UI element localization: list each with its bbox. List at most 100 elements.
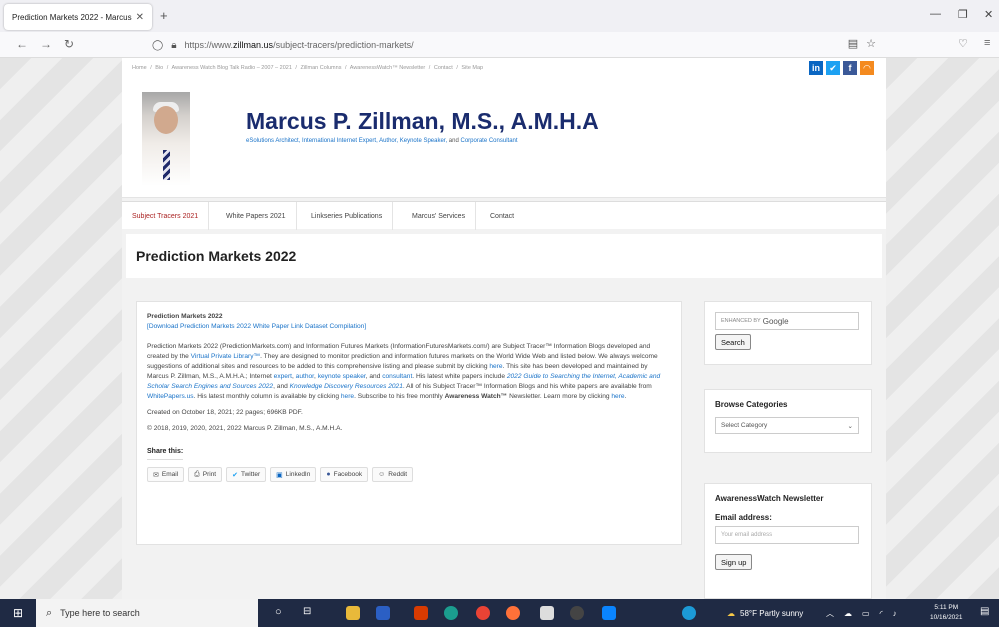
url-bar[interactable]: ◯ 🔒︎ https://www.zillman.us/subject-trac… [152,35,888,55]
post-description: Prediction Markets 2022 (PredictionMarke… [147,343,661,400]
facebook-icon: ● [326,471,331,478]
share-linkedin-button[interactable]: ▣ LinkedIn [270,467,317,482]
expert-link[interactable]: expert [274,373,292,380]
nav-contact[interactable]: Contact [480,202,524,230]
share-email-button[interactable]: ✉ Email [147,467,185,482]
cortana-icon[interactable]: ○ [275,606,289,620]
reddit-icon: ☺ [378,471,386,478]
browser-tab[interactable]: Prediction Markets 2022 - Marcus P ✕ [4,4,152,30]
site-title[interactable]: Marcus P. Zillman, M.S., A.M.H.A [246,108,599,135]
top-link-contact[interactable]: Contact [434,65,453,71]
taskbar-search[interactable]: ⌕ Type here to search [36,599,258,627]
office-icon[interactable] [414,606,428,620]
close-window-icon[interactable]: ✕ [984,8,993,21]
notification-icon[interactable]: ▤ [980,606,994,620]
clock[interactable]: 5:11 PM 10/16/2021 [930,603,963,623]
category-select[interactable]: Select Category ⌄ [715,417,859,434]
top-link-sitemap[interactable]: Site Map [461,65,483,71]
nav-white-papers[interactable]: White Papers 2021 [216,202,297,230]
nav-subject-tracers[interactable]: Subject Tracers 2021 [122,202,210,230]
menu-icon[interactable]: ≡ [984,37,990,49]
vpl-link[interactable]: Virtual Private Library™ [191,353,261,360]
top-link-radio[interactable]: Awareness Watch Blog Talk Radio – 2007 –… [172,65,292,71]
author-link[interactable]: author [296,373,314,380]
submit-here-link[interactable]: here [489,363,502,370]
kdr-link[interactable]: Knowledge Discovery Resources 2021 [290,383,403,390]
tab-title: Prediction Markets 2022 - Marcus P [12,12,132,22]
forward-icon[interactable]: → [40,37,52,51]
firefox-icon[interactable] [506,606,520,620]
word-icon[interactable] [376,606,390,620]
column-here-link[interactable]: here [341,393,354,400]
mail-icon[interactable] [602,606,616,620]
linkedin-icon[interactable]: in [809,61,823,75]
battery-icon[interactable]: ▭ [862,609,870,618]
restore-icon[interactable]: ❐ [958,8,968,21]
task-view-icon[interactable]: ⊟ [303,606,317,620]
close-icon[interactable]: ✕ [136,12,144,23]
site-header: Marcus P. Zillman, M.S., A.M.H.A eSoluti… [122,80,886,198]
share-print-button[interactable]: ⎙ Print [188,467,223,482]
twitter-icon[interactable]: ✔ [826,61,840,75]
top-link-newsletter[interactable]: AwarenessWatch™ Newsletter [350,65,426,71]
print-icon: ⎙ [194,470,200,478]
wifi-icon[interactable]: ◜ [880,609,883,618]
dell-icon[interactable] [570,606,584,620]
top-link-columns[interactable]: Zillman Columns [300,65,341,71]
pocket-icon[interactable]: ♡ [958,37,968,50]
weather-widget[interactable]: ☁ 58°F Partly sunny [727,599,803,627]
learn-more-link[interactable]: here [611,393,624,400]
chevron-up-icon[interactable]: ︿ [826,608,834,619]
keynote-link[interactable]: keynote speaker [318,373,366,380]
url-text: https://www.zillman.us/subject-tracers/p… [184,40,414,50]
share-facebook-button[interactable]: ● Facebook [320,467,369,482]
download-link[interactable]: [Download Prediction Markets 2022 White … [147,323,366,330]
store-icon[interactable] [540,606,554,620]
main-nav: Subject Tracers 2021 White Papers 2021 L… [122,201,886,230]
signup-button[interactable]: Sign up [715,554,753,570]
minimize-icon[interactable]: — [930,8,941,20]
page-title-box: Prediction Markets 2022 [126,234,882,278]
search-icon: ⌕ [46,606,53,619]
shield-icon[interactable]: ◯ [152,40,163,51]
share-reddit-button[interactable]: ☺ Reddit [372,467,414,482]
search-widget: ENHANCED BY Google Search [704,301,872,365]
newsletter-widget: AwarenessWatch Newsletter Email address:… [704,483,872,599]
post-content: Prediction Markets 2022 [Download Predic… [136,301,682,545]
email-field[interactable]: Your email address [715,526,859,544]
browser-tab-bar: Prediction Markets 2022 - Marcus P ✕ + —… [0,0,999,32]
post-title: Prediction Markets 2022 [147,313,223,320]
top-link-home[interactable]: Home [132,65,147,71]
rss-icon[interactable]: ◠ [860,61,874,75]
search-input[interactable]: ENHANCED BY Google [715,312,859,330]
share-twitter-button[interactable]: ✔ Twitter [226,467,267,482]
volume-icon[interactable]: ♪ [893,609,897,618]
whitepapers-link[interactable]: WhitePapers.us [147,393,194,400]
twitter-icon: ✔ [232,471,238,479]
lock-icon[interactable]: 🔒︎ [171,40,176,51]
site-container: Home / Bio / Awareness Watch Blog Talk R… [122,58,886,599]
chevron-down-icon: ⌄ [847,422,853,430]
file-explorer-icon[interactable] [346,606,360,620]
top-link-bio[interactable]: Bio [155,65,163,71]
top-links-bar: Home / Bio / Awareness Watch Blog Talk R… [122,58,886,80]
new-tab-icon[interactable]: + [160,8,168,23]
reload-icon[interactable]: ↻ [64,37,74,51]
facebook-icon[interactable]: f [843,61,857,75]
search-button[interactable]: Search [715,334,751,350]
linkedin-icon: ▣ [276,471,283,479]
nav-linkseries[interactable]: Linkseries Publications [301,202,394,230]
help-icon[interactable] [682,606,696,620]
social-icons: in ✔ f ◠ [809,61,874,75]
chrome-icon[interactable] [476,606,490,620]
weather-icon: ☁ [727,608,735,618]
consultant-link[interactable]: consultant [382,373,412,380]
cloud-icon[interactable]: ☁ [844,609,852,618]
windows-start-icon[interactable]: ⊞ [0,599,36,627]
back-icon[interactable]: ← [16,37,28,51]
author-photo [142,92,190,186]
reader-bookmark-icons[interactable]: ▤☆ [848,37,884,50]
nav-services[interactable]: Marcus' Services [402,202,477,230]
share-heading: Share this: [147,448,184,460]
edge-icon[interactable] [444,606,458,620]
